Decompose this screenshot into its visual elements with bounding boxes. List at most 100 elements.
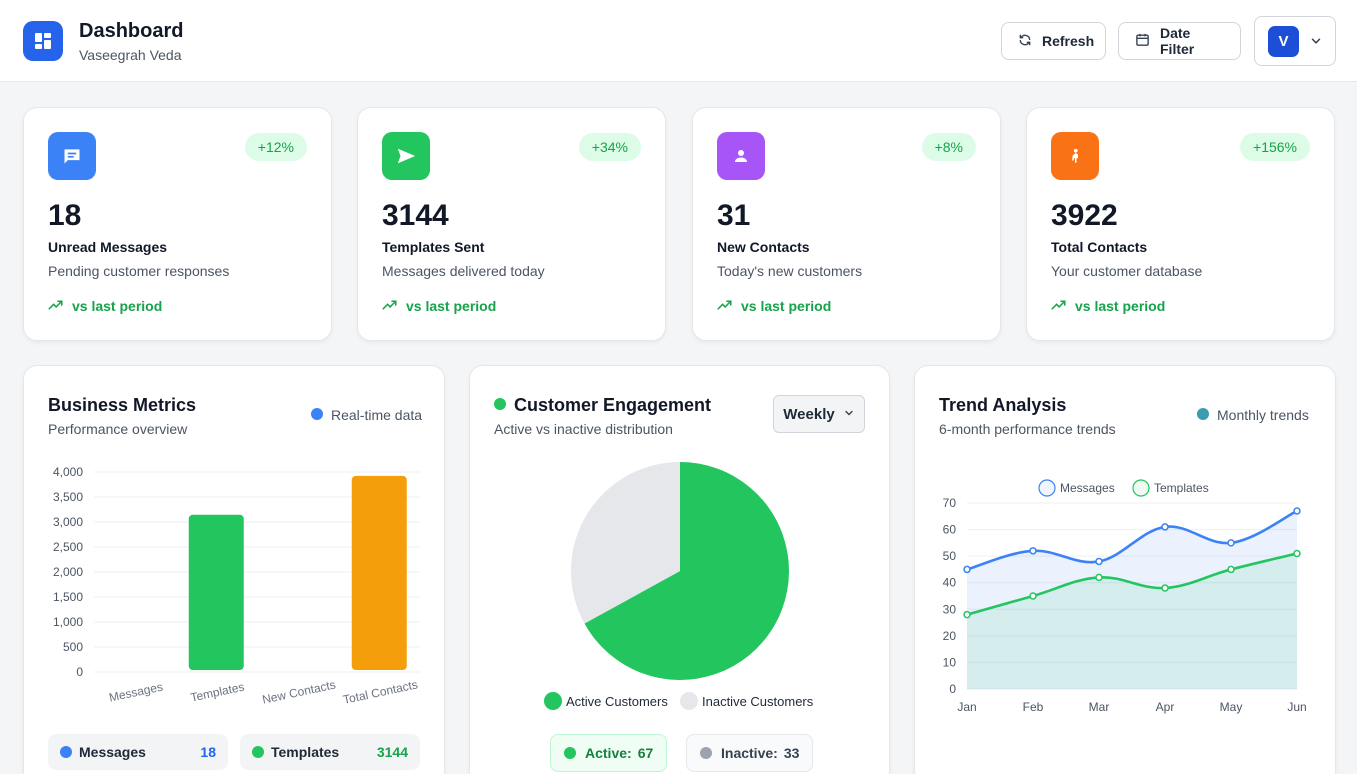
legend-swatch (544, 692, 562, 710)
refresh-label: Refresh (1042, 33, 1095, 49)
business-metrics-panel: Business Metrics Performance overview Re… (23, 365, 445, 774)
summary-label: Messages (79, 744, 146, 760)
stat-value: 3922 (1051, 199, 1118, 232)
y-tick-label: 2,000 (53, 565, 83, 579)
legend-swatch (1132, 479, 1150, 497)
x-tick-label: Feb (1023, 700, 1044, 714)
x-tick-label: Messages (108, 680, 164, 705)
trend-indicator: vs last period (1051, 298, 1165, 314)
stat-value: 31 (717, 199, 751, 232)
data-point (1227, 539, 1235, 547)
refresh-icon (1018, 33, 1032, 50)
calendar-icon (1135, 32, 1150, 50)
summary-label: Templates (271, 744, 340, 760)
data-point (1227, 565, 1235, 574)
message-icon (48, 132, 96, 180)
x-tick-label: Templates (189, 680, 245, 705)
y-tick-label: 0 (949, 682, 956, 696)
summary-value: 3144 (376, 744, 408, 760)
y-tick-label: 0 (76, 665, 83, 679)
y-tick-label: 3,000 (53, 515, 83, 529)
trending-up-icon (382, 298, 397, 314)
business-bar-chart: 4,000 3,500 3,000 2,500 2,000 1,500 1,000 500 0 M… (53, 465, 420, 707)
legend-label: Inactive Customers (702, 694, 814, 709)
legend-swatch (1038, 479, 1056, 497)
stat-card-unread-messages: +12% 18 Unread Messages Pending customer… (23, 107, 332, 341)
user-menu-button[interactable]: V (1254, 16, 1336, 66)
trend-indicator: vs last period (717, 298, 831, 314)
panel-title: Trend Analysis (939, 395, 1067, 415)
trend-line-chart: 70 60 50 40 30 20 10 0Jan Feb Mar Apr May Jun Message… (943, 479, 1307, 714)
data-point (1029, 547, 1037, 555)
engagement-dot-icon (494, 398, 506, 410)
avatar: V (1268, 26, 1299, 57)
data-point (1161, 584, 1169, 592)
range-dropdown[interactable]: Weekly (773, 395, 865, 433)
stat-label: Templates Sent (382, 239, 485, 255)
trend-label: vs last period (1075, 298, 1166, 314)
trend-label: vs last period (741, 298, 832, 314)
y-tick-label: 500 (63, 640, 83, 654)
business-name: Vaseegrah Veda (79, 47, 182, 63)
refresh-button[interactable]: Refresh (1001, 22, 1106, 60)
active-chip: Active: 67 (550, 734, 668, 772)
realtime-label: Real-time data (331, 407, 423, 423)
inactive-value: 33 (783, 745, 800, 761)
range-label: Weekly (783, 405, 835, 423)
data-point (1161, 523, 1169, 531)
trending-up-icon (1051, 298, 1066, 314)
active-value: 67 (637, 745, 654, 761)
legend-swatch (680, 692, 698, 710)
y-tick-label: 1,000 (53, 615, 83, 629)
stat-label: Total Contacts (1051, 239, 1148, 255)
stat-label: Unread Messages (48, 239, 168, 255)
trend-indicator: vs last period (48, 298, 162, 314)
date-filter-label: Date Filter (1160, 25, 1195, 57)
messages-dot-icon (60, 746, 72, 758)
trend-label: vs last period (406, 298, 497, 314)
y-tick-label: 10 (943, 655, 957, 669)
legend-label: Messages (1060, 481, 1115, 495)
y-tick-label: 50 (943, 549, 957, 563)
data-point (1095, 557, 1103, 566)
dashboard-logo-icon (23, 21, 63, 61)
bar (188, 514, 244, 670)
y-tick-label: 1,500 (53, 590, 83, 604)
data-point (1293, 507, 1301, 515)
legend-label: Templates (1154, 481, 1209, 495)
stat-card-new-contacts: +8% 31 New Contacts Today's new customer… (692, 107, 1001, 341)
inactive-label: Inactive: (721, 745, 778, 761)
trend-analysis-panel: Trend Analysis 6-month performance trend… (914, 365, 1336, 774)
stat-description: Pending customer responses (48, 263, 230, 279)
date-filter-button[interactable]: Date Filter (1118, 22, 1241, 60)
trending-up-icon (48, 298, 63, 314)
stat-label: New Contacts (717, 239, 810, 255)
send-icon (382, 132, 430, 180)
panel-subtitle: 6-month performance trends (939, 421, 1116, 437)
customer-engagement-panel: Customer Engagement Active vs inactive d… (469, 365, 890, 774)
y-tick-label: 70 (943, 496, 957, 510)
contacts-icon (1051, 132, 1099, 180)
monthly-label: Monthly trends (1217, 407, 1309, 423)
y-tick-label: 3,500 (53, 490, 83, 504)
stat-value: 18 (48, 199, 82, 232)
panel-subtitle: Active vs inactive distribution (494, 421, 673, 437)
stat-description: Today's new customers (717, 263, 863, 279)
data-point (963, 610, 971, 619)
panel-title: Business Metrics (48, 395, 197, 415)
panel-subtitle: Performance overview (48, 421, 188, 437)
x-tick-label: Apr (1156, 700, 1175, 714)
summary-chip-messages: Messages 18 (48, 734, 228, 770)
x-tick-label: New Contacts (261, 677, 337, 706)
summary-chip-templates: Templates 3144 (240, 734, 420, 770)
stat-card-templates-sent: +34% 3144 Templates Sent Messages delive… (357, 107, 666, 341)
y-tick-label: 2,500 (53, 540, 83, 554)
bar (351, 475, 407, 670)
trend-label: vs last period (72, 298, 163, 314)
legend-label: Active Customers (566, 694, 668, 709)
person-icon (717, 132, 765, 180)
summary-value: 18 (200, 744, 216, 760)
monthly-dot-icon (1197, 408, 1209, 420)
x-tick-label: May (1220, 700, 1243, 714)
active-label: Active: (585, 745, 632, 761)
